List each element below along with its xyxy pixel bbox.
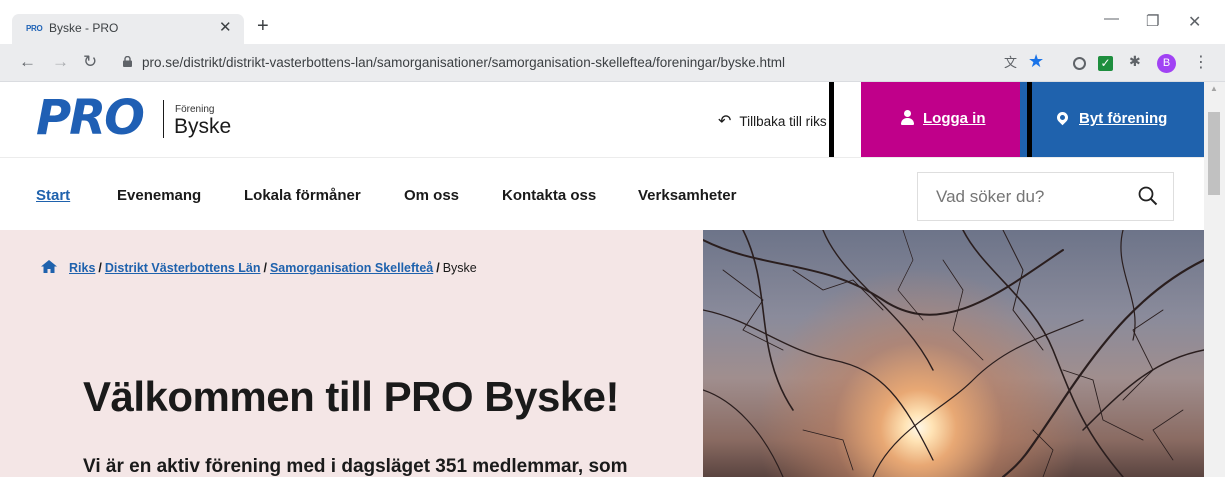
forward-arrow-icon[interactable]: → (52, 52, 69, 72)
window-close-icon[interactable]: ✕ (1188, 12, 1201, 32)
breadcrumb-link-samorganisation[interactable]: Samorganisation Skellefteå (270, 261, 433, 275)
switch-label: Byt förening (1079, 110, 1168, 127)
minimize-icon[interactable]: — (1104, 10, 1119, 27)
scrollbar-thumb[interactable] (1208, 112, 1220, 195)
star-icon[interactable]: ★ (1028, 51, 1044, 72)
tree-branches-image (703, 230, 1204, 477)
hero-text: Vi är en aktiv förening med i dagsläget … (83, 456, 628, 477)
breadcrumb-separator: / (263, 261, 267, 275)
search-input[interactable] (936, 187, 1136, 207)
browser-toolbar: ← → ↻ pro.se/distrikt/distrikt-vasterbot… (0, 44, 1225, 82)
scroll-up-arrow-icon[interactable]: ▲ (1210, 84, 1218, 93)
association-kicker: Förening (175, 104, 215, 115)
breadcrumb-current: Byske (442, 261, 477, 275)
extensions-icon[interactable]: ✱ (1129, 53, 1141, 70)
web-page: PRO Förening Byske ↶ Tillbaka till riks L… (0, 82, 1204, 477)
translate-icon[interactable]: 文 (1004, 52, 1017, 71)
hero-section: Riks / Distrikt Västerbottens Län / Samorgan… (0, 230, 1204, 477)
breadcrumb-link-distrikt[interactable]: Distrikt Västerbottens Län (105, 261, 261, 275)
menu-icon[interactable]: ⋮ (1193, 52, 1209, 72)
extension-check-icon[interactable]: ✓ (1098, 56, 1113, 71)
home-icon[interactable] (41, 260, 57, 273)
profile-avatar[interactable]: B (1157, 54, 1176, 73)
reload-icon[interactable]: ↻ (83, 52, 97, 72)
logo-divider (163, 100, 164, 138)
breadcrumb: Riks / Distrikt Västerbottens Län / Samorgan… (41, 260, 477, 275)
breadcrumb-separator: / (436, 261, 440, 275)
main-navigation: Start Evenemang Lokala förmåner Om oss K… (0, 157, 1204, 230)
nav-item-lokala-formaner[interactable]: Lokala förmåner (244, 187, 361, 204)
address-bar[interactable]: pro.se/distrikt/distrikt-vasterbottens-l… (113, 49, 1125, 77)
breadcrumb-link-riks[interactable]: Riks (69, 261, 95, 275)
new-tab-icon[interactable]: + (257, 15, 269, 37)
nav-item-start[interactable]: Start (36, 187, 70, 204)
tab-title: Byske - PRO (49, 21, 119, 35)
back-link-label: Tillbaka till riks (739, 114, 827, 129)
browser-tab-bar: PRO Byske - PRO ✕ + — ❐ ✕ (0, 0, 1225, 44)
association-name: Byske (174, 115, 232, 138)
tab-favicon-icon: PRO (26, 24, 43, 33)
back-to-riks-link[interactable]: ↶ Tillbaka till riks (718, 111, 827, 131)
page-scrollbar[interactable]: ▲ (1204, 82, 1225, 477)
hero-title: Välkommen till PRO Byske! (83, 373, 620, 420)
browser-tab[interactable]: PRO Byske - PRO ✕ (12, 14, 244, 44)
switch-association-button[interactable]: Byt förening (1020, 82, 1204, 157)
url-text: pro.se/distrikt/distrikt-vasterbottens-l… (142, 55, 786, 70)
lock-icon (123, 56, 132, 67)
nav-item-verksamheter[interactable]: Verksamheter (638, 187, 736, 204)
nav-item-evenemang[interactable]: Evenemang (117, 187, 201, 204)
search-icon[interactable] (1138, 186, 1158, 206)
pro-logo[interactable]: PRO (36, 94, 145, 142)
location-pin-icon (1054, 109, 1071, 126)
extension-circle-icon[interactable] (1073, 57, 1086, 70)
back-arrow-icon[interactable]: ← (19, 52, 36, 72)
nav-item-om-oss[interactable]: Om oss (404, 187, 459, 204)
hero-image (703, 230, 1204, 477)
nav-item-kontakta-oss[interactable]: Kontakta oss (502, 187, 596, 204)
tab-close-icon[interactable]: ✕ (219, 18, 232, 36)
search-box (917, 172, 1174, 221)
breadcrumb-separator: / (98, 261, 102, 275)
reply-arrow-icon: ↶ (718, 113, 732, 130)
restore-icon[interactable]: ❐ (1146, 12, 1159, 30)
hero-text-panel: Riks / Distrikt Västerbottens Län / Samorgan… (0, 230, 703, 477)
